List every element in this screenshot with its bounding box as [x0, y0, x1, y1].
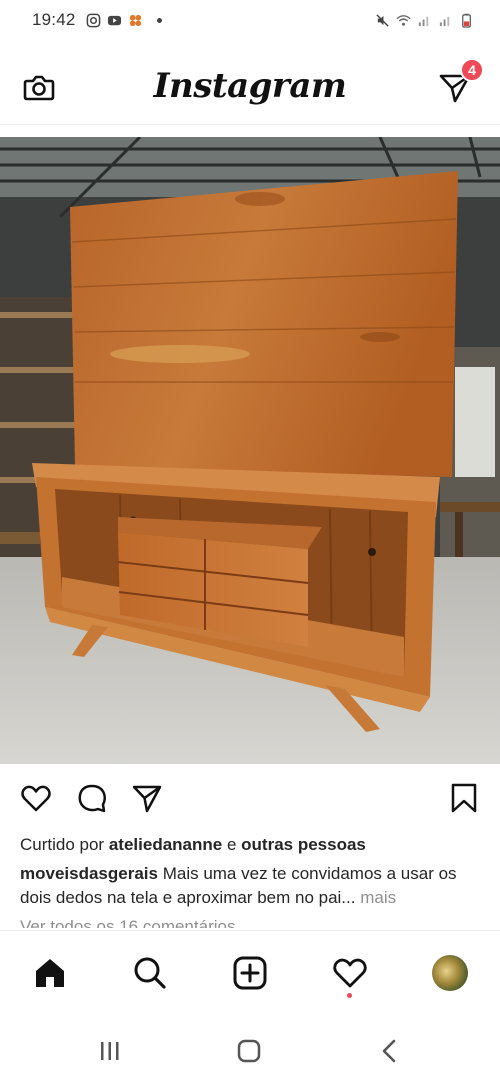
wooden-tv-panel-photo — [0, 137, 500, 764]
dm-count-badge: 4 — [460, 58, 484, 82]
caption-username[interactable]: moveisdasgerais — [20, 864, 158, 883]
battery-icon — [462, 13, 471, 28]
post-image[interactable] — [0, 137, 500, 764]
signal-icon — [439, 16, 450, 26]
activity-notification-dot — [347, 993, 352, 998]
youtube-icon — [107, 15, 121, 25]
caption-more-link[interactable]: mais — [360, 888, 396, 907]
comment-icon[interactable] — [76, 782, 108, 814]
profile-avatar[interactable] — [432, 955, 468, 991]
activity-icon[interactable] — [332, 955, 368, 991]
wifi-icon — [396, 14, 411, 26]
status-bar: 19:42 — [0, 0, 500, 40]
post-caption: moveisdasgerais Mais uma vez te convidam… — [20, 862, 490, 910]
more-notifications-dot — [156, 17, 162, 23]
home-icon[interactable] — [32, 955, 68, 991]
post-action-bar — [0, 778, 500, 818]
mute-icon — [376, 13, 389, 27]
instagram-icon — [86, 13, 100, 27]
liked-by-username[interactable]: ateliedananne — [109, 835, 222, 854]
app-icon — [129, 14, 141, 26]
heart-icon[interactable] — [20, 782, 52, 814]
home-circle-icon[interactable] — [235, 1038, 263, 1064]
new-post-icon[interactable] — [232, 955, 268, 991]
camera-icon[interactable] — [22, 70, 56, 104]
recent-apps-icon[interactable] — [96, 1038, 124, 1064]
system-status-icons — [375, 13, 474, 28]
search-icon[interactable] — [132, 955, 168, 991]
instagram-logo: Instagram — [153, 66, 347, 106]
status-time: 19:42 — [32, 10, 76, 29]
liked-by-others[interactable]: outras pessoas — [241, 835, 366, 854]
view-comments-link[interactable]: Ver todos os 16 comentários — [20, 916, 235, 928]
system-nav-bar — [0, 1016, 500, 1084]
signal-icon — [418, 16, 429, 26]
likes-connector: e — [226, 835, 237, 854]
back-icon[interactable] — [376, 1038, 404, 1064]
bottom-nav — [0, 930, 500, 1016]
bookmark-icon[interactable] — [448, 782, 480, 814]
likes-line: Curtido por ateliedananne e outras pesso… — [20, 834, 490, 856]
notification-icons — [86, 13, 162, 28]
likes-prefix: Curtido por — [20, 835, 105, 854]
header-divider — [0, 124, 500, 125]
share-icon[interactable] — [131, 782, 163, 814]
app-header: Instagram 4 — [0, 48, 500, 124]
